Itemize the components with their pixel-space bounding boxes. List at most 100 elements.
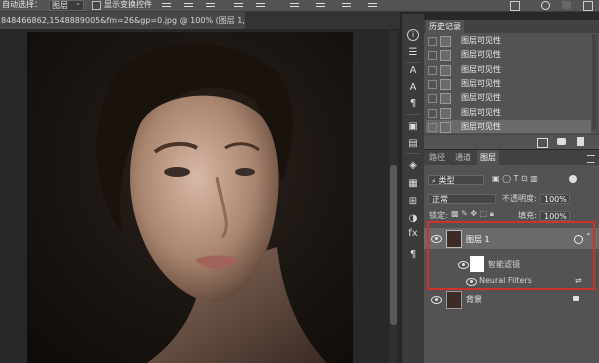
- new-document-from-state-icon[interactable]: [537, 138, 548, 148]
- highlight-annotation-box: [427, 221, 595, 290]
- fill-label: 填充:: [518, 211, 537, 220]
- history-item-label: 图层可见性: [461, 78, 501, 88]
- show-transform-checkbox[interactable]: [92, 1, 101, 10]
- filter-kind-select[interactable]: ⌕ 类型: [428, 175, 484, 185]
- auto-select-dropdown[interactable]: 图层 ⌄: [49, 0, 84, 11]
- 3d-cube-icon[interactable]: ◈: [407, 160, 419, 172]
- opacity-input[interactable]: 100%: [540, 194, 570, 204]
- align-middle-icon[interactable]: [256, 1, 265, 9]
- history-state-icon: [440, 121, 451, 133]
- align-center-icon[interactable]: [184, 1, 193, 9]
- properties-icon[interactable]: ☰: [407, 47, 419, 59]
- history-footer: [424, 134, 599, 149]
- options-bar: 自动选择： 图层 ⌄ 显示变换控件: [0, 0, 599, 12]
- tab-history[interactable]: 历史记录: [426, 20, 464, 33]
- collapsed-panels-strip: i ☰ A A ¶ ▣ ▤ ◈ ▦ ⊞ ◑ fx ¶: [401, 14, 424, 363]
- blend-mode-value: 正常: [432, 195, 448, 204]
- distribute-spacing-icon[interactable]: [368, 1, 377, 9]
- fill-input[interactable]: 100%: [540, 211, 570, 221]
- align-left-icon[interactable]: [162, 1, 171, 9]
- opacity-value: 100%: [544, 195, 567, 204]
- auto-select-value: 图层: [52, 1, 68, 10]
- history-brush-source-checkbox[interactable]: [428, 65, 437, 75]
- filter-icons[interactable]: ▣ ◯ T ⊡ ▥: [492, 174, 538, 183]
- history-item-label: 图层可见性: [461, 64, 501, 74]
- swatches-icon[interactable]: ⊞: [407, 196, 419, 208]
- history-brush-source-checkbox[interactable]: [428, 51, 437, 61]
- history-state-icon: [440, 50, 451, 62]
- lock-icons[interactable]: ▩ ✎ ✥ ⬚ 🔒︎: [451, 209, 494, 219]
- history-state-icon: [440, 107, 451, 119]
- fx-icon[interactable]: fx: [407, 228, 419, 240]
- history-item[interactable]: 图层可见性: [426, 91, 591, 105]
- paragraph-style-icon[interactable]: A: [407, 82, 419, 94]
- mode-3d-icon[interactable]: [510, 1, 520, 11]
- visibility-eye-icon[interactable]: [431, 296, 442, 304]
- color-icon[interactable]: ▦: [407, 178, 419, 190]
- fill-value: 100%: [544, 212, 567, 221]
- distribute-icon[interactable]: [290, 1, 299, 9]
- history-item-label: 图层可见性: [461, 93, 501, 103]
- layer-thumbnail: [446, 291, 462, 309]
- tab-paths[interactable]: 路径: [426, 150, 448, 165]
- show-transform-label: 显示变换控件: [104, 0, 152, 9]
- distribute-horizontal-icon[interactable]: [342, 1, 351, 9]
- chevron-down-icon: ⌄: [75, 0, 81, 7]
- opacity-label: 不透明度:: [502, 194, 537, 203]
- history-item-label: 图层可见性: [461, 107, 501, 117]
- history-item[interactable]: 图层可见性: [426, 106, 591, 119]
- history-brush-source-checkbox[interactable]: [428, 108, 437, 118]
- tab-layers[interactable]: 图层: [477, 150, 499, 165]
- character-icon[interactable]: A: [407, 65, 419, 77]
- history-state-icon: [440, 64, 451, 76]
- history-brush-source-checkbox[interactable]: [428, 79, 437, 89]
- history-brush-source-checkbox[interactable]: [428, 37, 437, 46]
- share-icon[interactable]: [583, 1, 593, 11]
- layer-name: 背景: [466, 295, 482, 304]
- layers-tab-bar: [424, 150, 599, 165]
- tab-channels[interactable]: 通道: [452, 150, 474, 165]
- lock-label: 锁定:: [429, 211, 448, 220]
- history-item[interactable]: 图层可见性: [426, 48, 591, 62]
- document-tab[interactable]: 848466862,1548889005&fm=26&gp=0.jpg @ 10…: [0, 12, 245, 29]
- snapshot-icon[interactable]: [557, 138, 566, 145]
- trash-icon[interactable]: [577, 137, 584, 146]
- lock-icon: [573, 296, 579, 301]
- history-brush-source-checkbox[interactable]: [428, 94, 437, 104]
- panel-menu-icon[interactable]: [587, 155, 595, 163]
- scrollbar-thumb[interactable]: [390, 165, 397, 325]
- info-icon[interactable]: i: [407, 29, 419, 41]
- libraries-icon[interactable]: ▣: [407, 121, 419, 133]
- history-item-label: 图层可见性: [461, 121, 501, 131]
- history-scrollbar[interactable]: [592, 34, 597, 130]
- history-state-icon: [440, 36, 451, 47]
- search-icon[interactable]: [541, 1, 550, 10]
- filter-toggle-icon[interactable]: [569, 175, 577, 183]
- align-right-icon[interactable]: [206, 1, 215, 9]
- search-icon: ⌕: [432, 177, 436, 185]
- history-item-label: 图层可见性: [461, 50, 501, 60]
- layer-row-background[interactable]: 背景: [424, 291, 599, 309]
- blend-mode-select[interactable]: 正常: [428, 194, 496, 204]
- workspace-icon[interactable]: [562, 1, 571, 9]
- history-item[interactable]: 图层可见性: [426, 119, 591, 133]
- divider: [406, 153, 420, 154]
- filter-kind-value: 类型: [438, 176, 455, 185]
- adjustments-icon[interactable]: ◑: [407, 213, 419, 225]
- history-state-icon: [440, 78, 451, 90]
- document-title: 848466862,1548889005&fm=26&gp=0.jpg @ 10…: [1, 16, 245, 25]
- distribute-vertical-icon[interactable]: [316, 1, 325, 9]
- history-item-label: 图层可见性: [461, 36, 501, 45]
- history-item[interactable]: 图层可见性: [426, 77, 591, 90]
- history-brush-source-checkbox[interactable]: [428, 122, 437, 132]
- history-state-icon: [440, 93, 451, 105]
- history-item[interactable]: 图层可见性: [426, 34, 591, 47]
- paragraph-icon[interactable]: ¶: [407, 249, 419, 261]
- tab-bar-empty: [245, 12, 400, 29]
- comments-icon[interactable]: ▤: [407, 138, 419, 150]
- glyphs-icon[interactable]: ¶: [407, 98, 419, 110]
- history-item[interactable]: 图层可见性: [426, 63, 591, 76]
- portrait-image[interactable]: [27, 32, 353, 363]
- auto-select-label: 自动选择：: [2, 0, 42, 9]
- align-top-icon[interactable]: [234, 1, 243, 9]
